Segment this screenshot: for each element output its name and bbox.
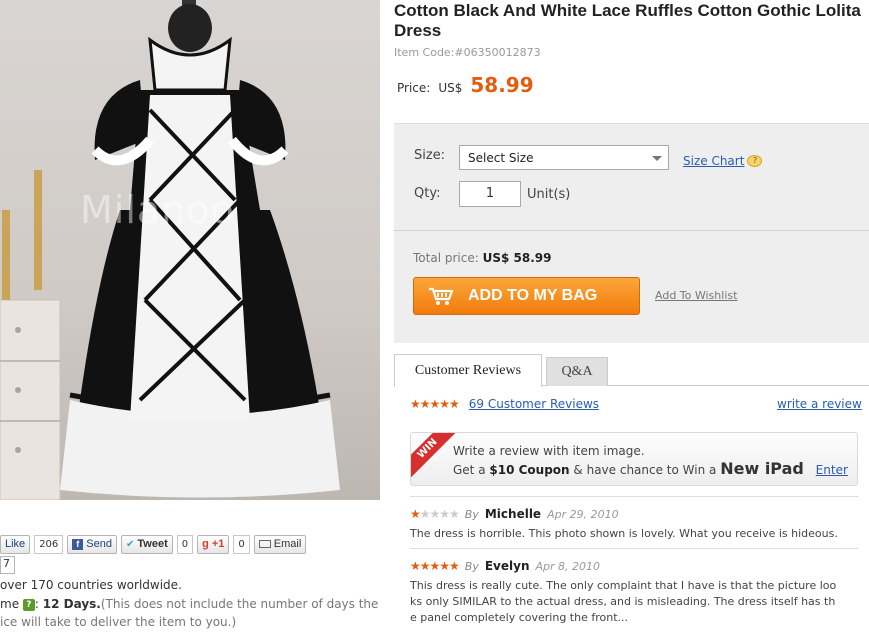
count-box: 7 <box>0 556 15 574</box>
review-text-line: This dress is really cute. The only comp… <box>410 579 837 592</box>
tweet-label: Tweet <box>137 538 168 550</box>
speech-bubble-icon[interactable]: ? <box>747 155 763 167</box>
review-meta: ★★★★★ By Evelyn Apr 8, 2010 <box>410 559 860 573</box>
review-item: ★★★★★ By Michelle Apr 29, 2010 The dress… <box>410 507 860 542</box>
review-by: By <box>464 559 479 573</box>
shipping-note: (This does not include the number of day… <box>100 597 379 611</box>
promo-text-a: Get a <box>453 463 486 477</box>
item-code: Item Code:#06350012873 <box>394 46 541 59</box>
price-currency: US$ <box>438 81 463 95</box>
facebook-icon: f <box>72 538 84 550</box>
review-text-line: e panel completely covering the front... <box>410 611 629 624</box>
email-icon <box>258 540 271 548</box>
promo-line-1: Write a review with item image. <box>453 444 645 458</box>
size-label: Size: <box>414 148 446 163</box>
total-price: Total price: US$ 58.99 <box>413 251 551 265</box>
promo-line-2: Get a $10 Coupon & have chance to Win a … <box>453 459 848 478</box>
review-date: Apr 8, 2010 <box>535 559 601 573</box>
review-text: This dress is really cute. The only comp… <box>410 578 860 626</box>
email-label: Email <box>273 538 302 550</box>
reviews-count-link[interactable]: 69 Customer Reviews <box>469 397 599 411</box>
size-chart-wrap: Size Chart? <box>683 150 763 169</box>
tab-customer-reviews[interactable]: Customer Reviews <box>394 354 542 387</box>
promo-prize: New iPad <box>720 459 804 478</box>
info-tabs: Customer Reviews Q&A <box>394 354 869 387</box>
send-label: Send <box>86 538 112 550</box>
price-amount: 58.99 <box>470 73 534 97</box>
size-select[interactable]: Select Size <box>459 145 669 170</box>
purchase-options: Size: Select Size Size Chart? Qty: 1 Uni… <box>394 123 869 343</box>
tweet-button[interactable]: ✔ Tweet <box>120 534 173 554</box>
product-title: Cotton Black And White Lace Ruffles Cott… <box>394 1 861 40</box>
like-label: Like <box>5 538 26 550</box>
promo-enter-link[interactable]: Enter <box>816 463 848 477</box>
win-ribbon: WIN <box>411 433 459 480</box>
shipping-days: 12 Days. <box>42 597 101 611</box>
share-bar: Like 206 f Send ✔ Tweet 0 g +1 0 Email <box>0 534 307 554</box>
rating-stars: ★★★★★ <box>410 397 460 411</box>
review-by: By <box>464 507 479 521</box>
review-text: The dress is horrible. This photo shown … <box>410 527 838 540</box>
add-to-bag-button[interactable]: ADD TO MY BAG <box>413 277 640 315</box>
unit-label: Unit(s) <box>527 187 571 202</box>
gplus-label: +1 <box>211 538 225 550</box>
price-row: Price: US$ 58.99 <box>397 73 534 97</box>
shipping-countries: over 170 countries worldwide. <box>0 578 182 592</box>
tweet-count: 0 <box>176 534 194 554</box>
gplus-button[interactable]: g +1 <box>197 534 230 554</box>
qty-input[interactable]: 1 <box>459 181 521 207</box>
review-rating-stars: ★★★★★ <box>410 559 460 573</box>
size-chart-link[interactable]: Size Chart <box>683 154 744 168</box>
total-value: US$ 58.99 <box>482 251 552 265</box>
send-button[interactable]: f Send <box>67 534 117 554</box>
tab-qa[interactable]: Q&A <box>546 357 608 386</box>
review-meta: ★★★★★ By Michelle Apr 29, 2010 <box>410 507 860 521</box>
review-promo-banner: WIN Write a review with item image. Get … <box>410 432 858 486</box>
add-to-bag-label: ADD TO MY BAG <box>468 287 598 304</box>
total-label: Total price: <box>413 251 479 265</box>
divider <box>410 548 858 549</box>
google-plus-icon: g <box>202 538 209 550</box>
review-item: ★★★★★ By Evelyn Apr 8, 2010 This dress i… <box>410 559 860 626</box>
reviewer-name: Michelle <box>484 507 542 521</box>
divider <box>394 230 869 231</box>
cart-icon <box>429 287 454 305</box>
watermark: Milanoo <box>80 188 235 232</box>
reviews-summary: ★★★★★ 69 Customer Reviews <box>410 397 599 411</box>
review-date: Apr 29, 2010 <box>547 507 619 521</box>
dress-illustration <box>0 0 340 500</box>
qty-label: Qty: <box>414 186 441 201</box>
like-count: 206 <box>34 534 64 554</box>
reviewer-name: Evelyn <box>484 559 530 573</box>
write-review-link[interactable]: write a review <box>777 397 862 411</box>
promo-coupon: $10 Coupon <box>489 463 570 477</box>
size-select-value: Select Size <box>468 151 534 165</box>
gplus-count: 0 <box>233 534 250 554</box>
promo-text-b: & have chance to Win a <box>573 463 717 477</box>
help-icon[interactable]: ? <box>22 599 35 611</box>
chevron-down-icon <box>652 156 662 161</box>
review-rating-stars: ★★★★★ <box>410 507 460 521</box>
review-text-line: ks only SIMILAR to the actual dress, and… <box>410 595 836 608</box>
add-to-wishlist-link[interactable]: Add To Wishlist <box>655 289 737 302</box>
divider <box>410 496 858 497</box>
product-image[interactable]: Milanoo <box>0 0 380 500</box>
shipping-note-cont: ice will take to deliver the item to you… <box>0 615 237 629</box>
like-button[interactable]: Like <box>0 534 31 554</box>
price-label: Price: <box>397 81 431 95</box>
shipping-time-prefix: me <box>0 597 20 611</box>
shipping-time: me ?: 12 Days.(This does not include the… <box>0 597 379 611</box>
twitter-icon: ✔ <box>125 538 135 550</box>
email-button[interactable]: Email <box>253 534 307 554</box>
